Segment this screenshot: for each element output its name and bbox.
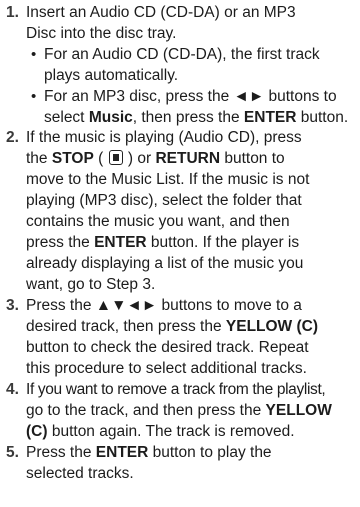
bullet-text-line: plays automatically. bbox=[44, 67, 179, 84]
step-text-line: playing (MP3 disc), select the folder th… bbox=[26, 192, 302, 209]
step-text-line: press the ENTER button. If the player is bbox=[26, 234, 300, 251]
step-number: 1. bbox=[6, 4, 19, 21]
step-text-line: selected tracks. bbox=[26, 465, 134, 482]
step-text-line: button to check the desired track. Repea… bbox=[26, 339, 309, 356]
step-text-line: Disc into the disc tray. bbox=[26, 25, 177, 42]
instruction-document: 1. Insert an Audio CD (CD-DA) or an MP3 … bbox=[0, 0, 360, 507]
bullet-dot: • bbox=[31, 88, 37, 105]
step-text-line: Insert an Audio CD (CD-DA) or an MP3 bbox=[26, 4, 296, 21]
step-text-line: the STOP ( ) or RETURN button to bbox=[26, 150, 285, 167]
bullet-dot: • bbox=[31, 46, 37, 63]
step-text-line: If you want to remove a track from the p… bbox=[26, 381, 326, 398]
step-number: 5. bbox=[6, 444, 19, 461]
bullet-text-line: For an Audio CD (CD-DA), the first track bbox=[44, 46, 320, 63]
step-text-line: this procedure to select additional trac… bbox=[26, 360, 307, 377]
step-text-line: contains the music you want, and then bbox=[26, 213, 290, 230]
step-text-line: go to the track, and then press the YELL… bbox=[26, 402, 332, 419]
bullet-text-line: select Music, then press the ENTER butto… bbox=[44, 109, 349, 126]
step-text-line: desired track, then press the YELLOW (C) bbox=[26, 318, 319, 335]
step-text-line: Press the ENTER button to play the bbox=[26, 444, 272, 461]
step-text-line: Press the ▲▼◄► buttons to move to a bbox=[26, 297, 302, 314]
step-number: 2. bbox=[6, 129, 19, 146]
bullet-text-line: For an MP3 disc, press the ◄► buttons to bbox=[44, 88, 337, 105]
step-text-line: If the music is playing (Audio CD), pres… bbox=[26, 129, 302, 146]
stop-icon bbox=[108, 150, 123, 165]
step-text-line: want, go to Step 3. bbox=[26, 276, 156, 293]
step-number: 4. bbox=[6, 381, 19, 398]
step-number: 3. bbox=[6, 297, 19, 314]
step-text-line: move to the Music List. If the music is … bbox=[26, 171, 310, 188]
step-text-line: already displaying a list of the music y… bbox=[26, 255, 304, 272]
step-text-line: (C) button again. The track is removed. bbox=[26, 423, 295, 440]
